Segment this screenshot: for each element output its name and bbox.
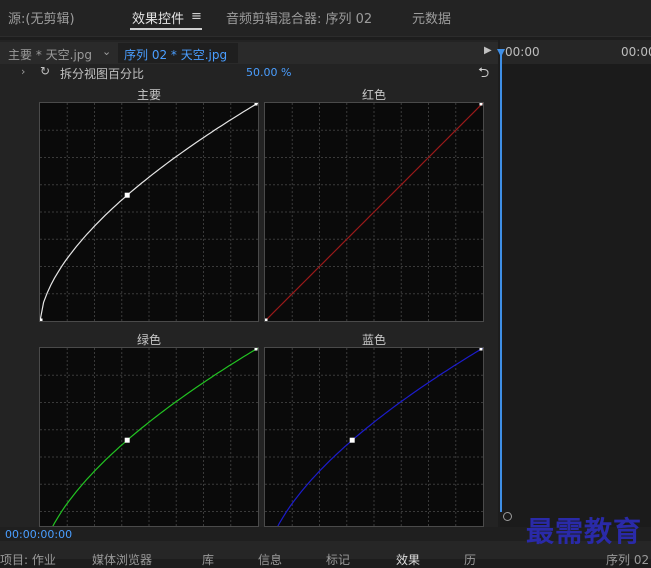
tab-media-browser[interactable]: 媒体浏览器: [92, 551, 152, 568]
curve-endpoint[interactable]: [40, 318, 43, 322]
curve-control-point[interactable]: [124, 192, 130, 198]
curve-endpoint[interactable]: [479, 348, 483, 351]
play-triangle-icon[interactable]: ▶: [484, 45, 492, 56]
ruler-start-label: 00:00: [505, 45, 540, 59]
tab-history[interactable]: 历: [464, 551, 476, 568]
current-timecode[interactable]: 00:00:00:00: [5, 528, 72, 541]
tab-effects[interactable]: 效果: [396, 551, 420, 568]
panel-menu-icon[interactable]: ≡: [191, 9, 202, 24]
curve-endpoint[interactable]: [254, 103, 258, 106]
graph-label-red: 红色: [361, 88, 386, 102]
reset-toggle-icon[interactable]: ↻: [40, 64, 50, 78]
tab-info[interactable]: 信息: [258, 551, 282, 568]
curve-graph-red[interactable]: [264, 102, 484, 322]
zoom-handle-icon[interactable]: [503, 512, 512, 521]
tab-source[interactable]: 源:(无剪辑): [8, 8, 75, 27]
curve-control-point[interactable]: [349, 437, 355, 443]
ruler-next-label: 00:00: [621, 45, 651, 59]
property-value[interactable]: 50.00 %: [246, 66, 291, 79]
graph-label-master: 主要: [136, 88, 161, 102]
tab-sequence[interactable]: 序列 02: [606, 551, 649, 568]
tab-audio-clip-mixer[interactable]: 音频剪辑混合器: 序列 02: [226, 8, 372, 27]
master-clip-label[interactable]: 主要 * 天空.jpg: [8, 46, 92, 63]
watermark-logo: 最需教育: [526, 515, 643, 548]
curve-control-point[interactable]: [124, 437, 130, 443]
reset-parameter-icon[interactable]: ⮌: [478, 62, 489, 86]
timeline-panel: [500, 40, 651, 527]
property-label: 拆分视图百分比: [60, 67, 145, 81]
chevron-down-icon[interactable]: ⌄: [102, 45, 111, 58]
expand-arrow-icon[interactable]: ›: [21, 65, 25, 78]
tab-project[interactable]: 项目: 作业: [0, 551, 56, 568]
tab-metadata[interactable]: 元数据: [412, 8, 451, 27]
curve-endpoint[interactable]: [265, 318, 268, 322]
curve-endpoint[interactable]: [479, 103, 483, 106]
graph-label-green: 绿色: [136, 333, 161, 347]
tab-markers[interactable]: 标记: [326, 551, 350, 568]
tab-effect-controls[interactable]: 效果控件: [132, 8, 184, 27]
curve-graph-blue[interactable]: [264, 347, 484, 527]
curve-graph-master[interactable]: [39, 102, 259, 322]
graph-label-blue: 蓝色: [361, 333, 386, 347]
active-tab-indicator: [130, 28, 202, 30]
tab-libraries[interactable]: 库: [202, 551, 214, 568]
curve-endpoint[interactable]: [254, 348, 258, 351]
playhead-line[interactable]: [500, 52, 502, 512]
curve-graph-green[interactable]: [39, 347, 259, 527]
sequence-clip-label[interactable]: 序列 02 * 天空.jpg: [124, 46, 227, 63]
